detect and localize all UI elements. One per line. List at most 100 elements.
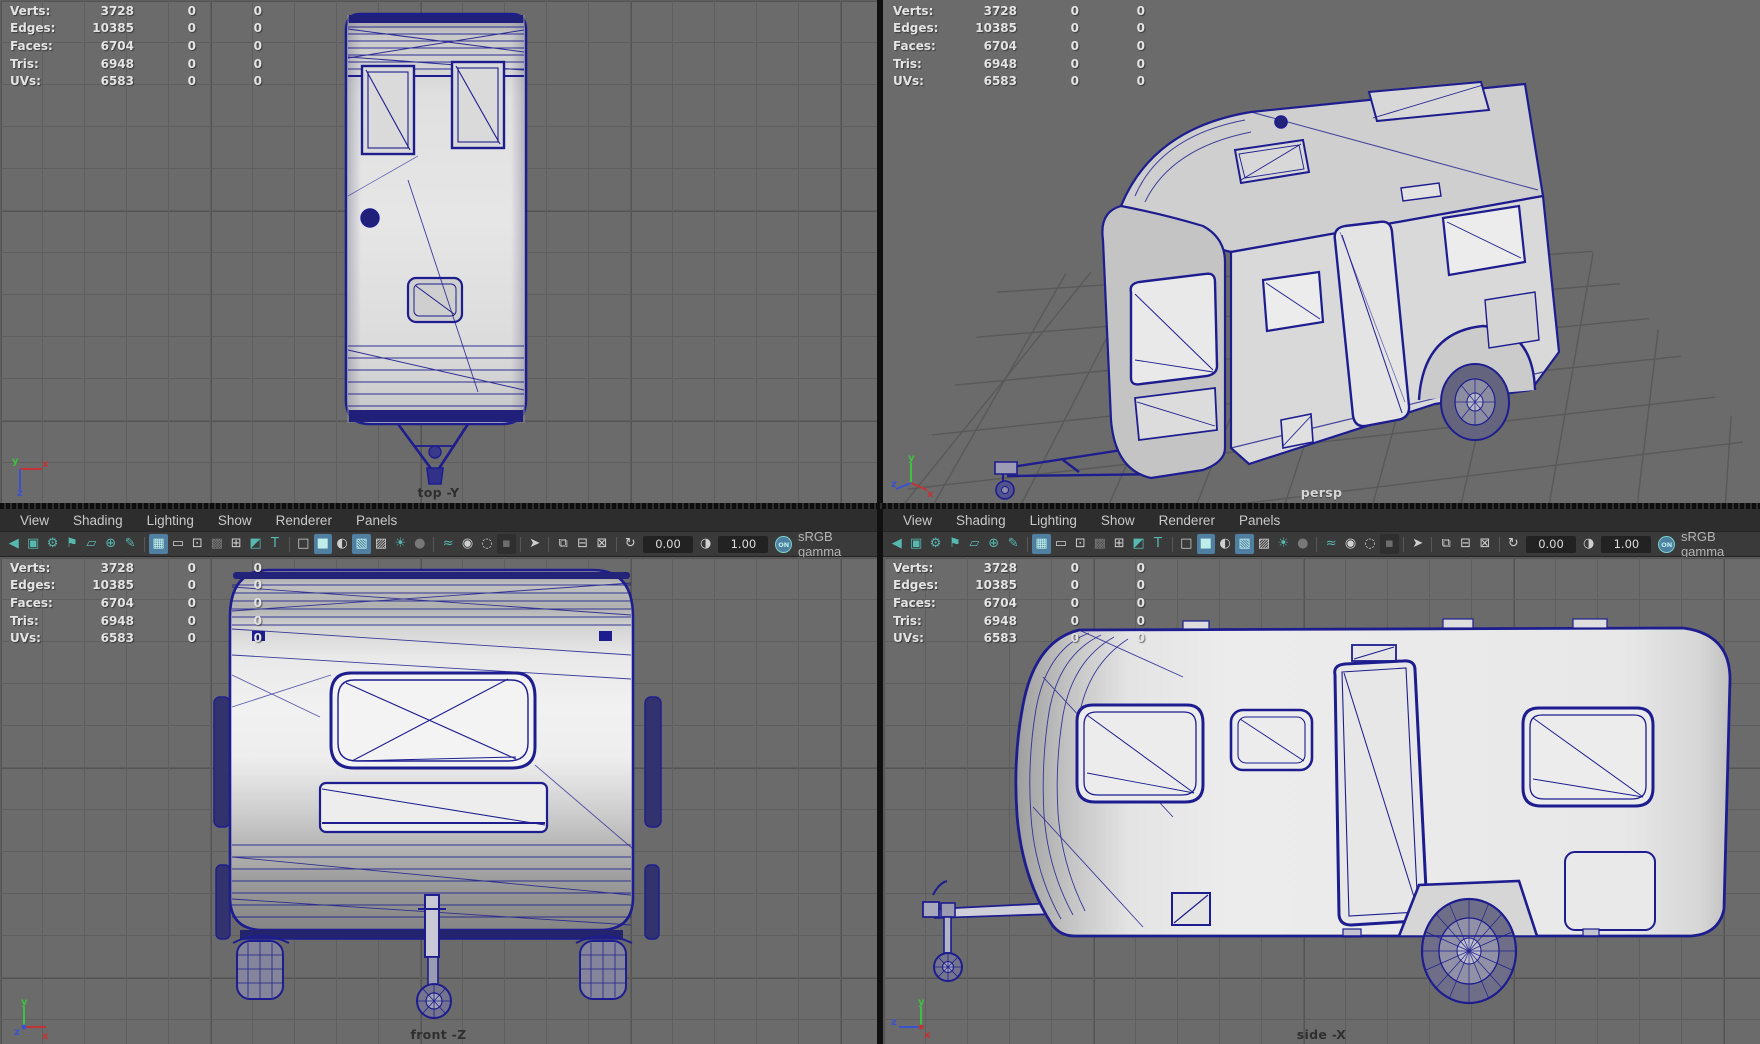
hud-label: UVs: bbox=[893, 74, 924, 89]
menu-show[interactable]: Show bbox=[1089, 513, 1147, 528]
hud-row: Faces: 6704 0 0 bbox=[893, 594, 1145, 612]
grid-icon[interactable]: ▦ bbox=[1032, 534, 1051, 554]
viewport-top-canvas[interactable]: Verts: 3728 0 0 Edges: 10385 0 0 Faces: 6704 0 0 … bbox=[0, 0, 877, 503]
viewport-side[interactable]: View Shading Lighting Show Renderer Pane… bbox=[883, 509, 1760, 1044]
shaded-cube-icon[interactable]: ■ bbox=[1196, 534, 1215, 554]
viewport-side-canvas[interactable]: Verts: 3728 0 0 Edges: 10385 0 0 Faces: 6704 0 0 … bbox=[883, 557, 1760, 1044]
image-plane-icon[interactable]: ▱ bbox=[965, 534, 983, 554]
menu-renderer[interactable]: Renderer bbox=[264, 513, 344, 528]
motion-blur-icon[interactable]: ▪ bbox=[497, 534, 516, 554]
xray-spheres-icon[interactable]: ◉ bbox=[458, 534, 476, 554]
camera-icon[interactable]: ◀ bbox=[888, 534, 906, 554]
menu-show[interactable]: Show bbox=[206, 513, 264, 528]
shaded-cube-icon[interactable]: ■ bbox=[313, 534, 332, 554]
viewport-top[interactable]: Verts: 3728 0 0 Edges: 10385 0 0 Faces: 6704 0 0 … bbox=[0, 0, 877, 503]
checker-sphere-icon[interactable]: ▨ bbox=[372, 534, 390, 554]
snapshot-icon[interactable]: ⊠ bbox=[593, 534, 611, 554]
contrast-icon[interactable]: ◑ bbox=[697, 534, 715, 554]
copy-layer-icon[interactable]: ⧉ bbox=[554, 534, 572, 554]
menu-lighting[interactable]: Lighting bbox=[135, 513, 206, 528]
viewport-persp[interactable]: Verts: 3728 0 0 Edges: 10385 0 0 Faces: 6704 0 0 … bbox=[883, 0, 1760, 503]
hud-value: 6583 bbox=[983, 631, 1017, 646]
isolate-select-cursor-icon[interactable]: ➤ bbox=[526, 534, 544, 554]
colorspace-on-badge[interactable]: ON bbox=[1658, 535, 1675, 553]
colorspace-on-badge[interactable]: ON bbox=[775, 535, 792, 553]
resolution-gate-icon[interactable]: ⊡ bbox=[188, 534, 206, 554]
wireframe-on-shaded-icon[interactable]: ▧ bbox=[352, 534, 371, 554]
occlusion-ring-icon[interactable]: ◌ bbox=[478, 534, 496, 554]
film-gate-icon[interactable]: ▭ bbox=[169, 534, 187, 554]
isolate-select-cursor-icon[interactable]: ➤ bbox=[1409, 534, 1427, 554]
exposure-cycle-icon[interactable]: ↻ bbox=[621, 534, 639, 554]
wireframe-cube-icon[interactable]: □ bbox=[1177, 534, 1195, 554]
motion-blur-icon[interactable]: ▪ bbox=[1380, 534, 1399, 554]
menu-view[interactable]: View bbox=[8, 513, 61, 528]
paste-layer-icon[interactable]: ⊟ bbox=[573, 534, 591, 554]
safe-title-icon[interactable]: T bbox=[1149, 534, 1167, 554]
gear-icon[interactable]: ⚙ bbox=[926, 534, 944, 554]
textured-sphere-icon[interactable]: ◐ bbox=[333, 534, 351, 554]
hud-row: Tris: 6948 0 0 bbox=[10, 612, 262, 630]
gamma-field[interactable]: 1.00 bbox=[1601, 535, 1652, 553]
menu-view[interactable]: View bbox=[891, 513, 944, 528]
exposure-field[interactable]: 0.00 bbox=[1526, 535, 1576, 553]
xray-spheres-icon[interactable]: ◉ bbox=[1341, 534, 1359, 554]
checker-sphere-icon[interactable]: ▨ bbox=[1255, 534, 1273, 554]
colorspace-label[interactable]: sRGB gamma bbox=[1681, 529, 1760, 559]
gear-icon[interactable]: ⚙ bbox=[43, 534, 61, 554]
pencil-icon[interactable]: ✎ bbox=[1004, 534, 1022, 554]
bookmark-icon[interactable]: ⚑ bbox=[63, 534, 81, 554]
paste-layer-icon[interactable]: ⊟ bbox=[1456, 534, 1474, 554]
light-icon[interactable]: ☀ bbox=[1274, 534, 1292, 554]
colorspace-label[interactable]: sRGB gamma bbox=[798, 529, 877, 559]
safe-action-icon[interactable]: ◩ bbox=[246, 534, 264, 554]
resolution-gate-icon[interactable]: ⊡ bbox=[1071, 534, 1089, 554]
menu-panels[interactable]: Panels bbox=[1227, 513, 1292, 528]
pencil-icon[interactable]: ✎ bbox=[121, 534, 139, 554]
texture-view-icon[interactable]: ≈ bbox=[439, 534, 457, 554]
copy-layer-icon[interactable]: ⧉ bbox=[1437, 534, 1455, 554]
lock-icon[interactable]: ▣ bbox=[907, 534, 925, 554]
menu-shading[interactable]: Shading bbox=[61, 513, 135, 528]
grid-icon[interactable]: ▦ bbox=[149, 534, 168, 554]
exposure-field[interactable]: 0.00 bbox=[643, 535, 693, 553]
shadow-sphere-icon[interactable]: ● bbox=[411, 534, 429, 554]
viewport-divider-horizontal[interactable] bbox=[0, 503, 1760, 509]
viewport-front[interactable]: View Shading Lighting Show Renderer Pane… bbox=[0, 509, 877, 1044]
menu-renderer[interactable]: Renderer bbox=[1147, 513, 1227, 528]
menu-lighting[interactable]: Lighting bbox=[1018, 513, 1089, 528]
menu-panels[interactable]: Panels bbox=[344, 513, 409, 528]
exposure-cycle-icon[interactable]: ↻ bbox=[1504, 534, 1522, 554]
film-gate-icon[interactable]: ▭ bbox=[1052, 534, 1070, 554]
camera-icon[interactable]: ◀ bbox=[5, 534, 23, 554]
bookmark-icon[interactable]: ⚑ bbox=[946, 534, 964, 554]
safe-title-icon[interactable]: T bbox=[266, 534, 284, 554]
gate-mask-icon[interactable]: ▩ bbox=[208, 534, 226, 554]
gamma-field[interactable]: 1.00 bbox=[718, 535, 769, 553]
shadow-sphere-icon[interactable]: ● bbox=[1294, 534, 1312, 554]
pan-zoom-icon[interactable]: ⊕ bbox=[985, 534, 1003, 554]
viewport-menubar: View Shading Lighting Show Renderer Pane… bbox=[0, 509, 877, 532]
lock-icon[interactable]: ▣ bbox=[24, 534, 42, 554]
field-chart-icon[interactable]: ⊞ bbox=[227, 534, 245, 554]
pan-zoom-icon[interactable]: ⊕ bbox=[102, 534, 120, 554]
snapshot-icon[interactable]: ⊠ bbox=[1476, 534, 1494, 554]
field-chart-icon[interactable]: ⊞ bbox=[1110, 534, 1128, 554]
contrast-icon[interactable]: ◑ bbox=[1580, 534, 1598, 554]
wireframe-cube-icon[interactable]: □ bbox=[294, 534, 312, 554]
hud-value: 0 bbox=[253, 595, 262, 610]
texture-view-icon[interactable]: ≈ bbox=[1322, 534, 1340, 554]
image-plane-icon[interactable]: ▱ bbox=[82, 534, 100, 554]
wireframe-on-shaded-icon[interactable]: ▧ bbox=[1235, 534, 1254, 554]
occlusion-ring-icon[interactable]: ◌ bbox=[1361, 534, 1379, 554]
viewport-front-canvas[interactable]: Verts: 3728 0 0 Edges: 10385 0 0 Faces: 6704 0 0 … bbox=[0, 557, 877, 1044]
textured-sphere-icon[interactable]: ◐ bbox=[1216, 534, 1234, 554]
safe-action-icon[interactable]: ◩ bbox=[1129, 534, 1147, 554]
hud-row: Faces: 6704 0 0 bbox=[10, 37, 262, 55]
viewport-divider-vertical[interactable] bbox=[877, 0, 883, 1044]
toolbar-separator bbox=[548, 536, 550, 552]
viewport-persp-canvas[interactable]: Verts: 3728 0 0 Edges: 10385 0 0 Faces: 6704 0 0 … bbox=[883, 0, 1760, 503]
light-icon[interactable]: ☀ bbox=[391, 534, 409, 554]
menu-shading[interactable]: Shading bbox=[944, 513, 1018, 528]
gate-mask-icon[interactable]: ▩ bbox=[1091, 534, 1109, 554]
